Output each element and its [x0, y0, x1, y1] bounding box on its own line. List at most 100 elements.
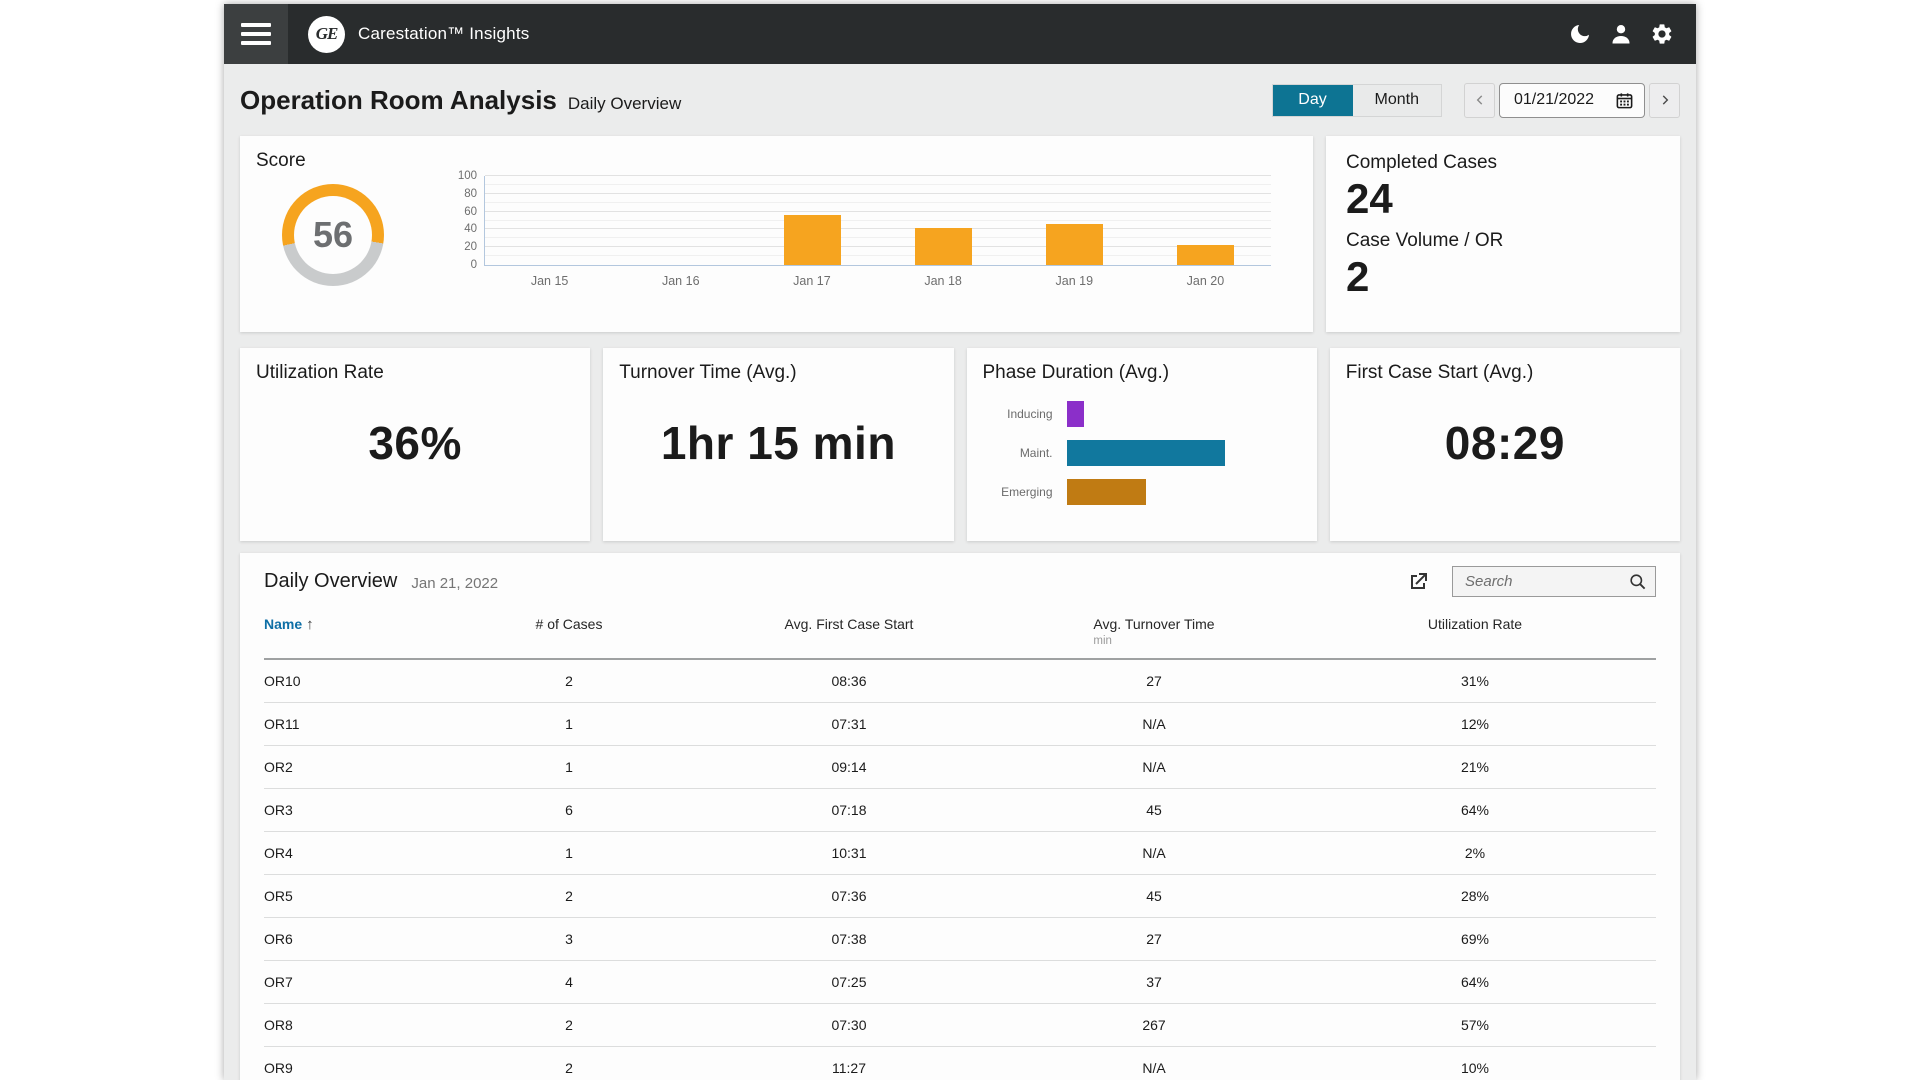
column-header-name[interactable]: Name ↑ — [264, 616, 454, 633]
cell-name: OR5 — [264, 888, 293, 904]
cell-first_case: 08:36 — [831, 673, 867, 689]
user-icon[interactable] — [1609, 22, 1633, 46]
score-value: 56 — [312, 214, 354, 255]
cell-cases: 4 — [565, 974, 573, 990]
cell-turnover: 45 — [1146, 888, 1162, 904]
table-row-or5[interactable]: OR5 2 07:36 45 28% — [264, 875, 1656, 918]
table-row-or8[interactable]: OR8 2 07:30 267 57% — [264, 1004, 1656, 1047]
y-axis-tick-label: 0 — [470, 259, 477, 271]
export-icon[interactable] — [1406, 570, 1430, 594]
cell-cases: 6 — [565, 802, 573, 818]
score-gauge: 56 — [282, 184, 384, 286]
table-row-or7[interactable]: OR7 4 07:25 37 64% — [264, 961, 1656, 1004]
gear-icon[interactable] — [1650, 22, 1674, 46]
column-subheader: min — [1093, 635, 1112, 647]
cell-cases: 2 — [565, 1017, 573, 1033]
phase-row: Inducing — [983, 401, 1301, 427]
date-navigator: 01/21/2022 — [1464, 82, 1680, 118]
utilization-rate-card: Utilization Rate 36% — [240, 348, 591, 541]
ge-logo-icon: GE — [308, 15, 345, 53]
first-case-start-card: First Case Start (Avg.) 08:29 — [1329, 348, 1680, 541]
cell-first_case: 07:30 — [831, 1017, 867, 1033]
bar-slot — [1140, 176, 1271, 265]
column-header-utilization-rate[interactable]: Utilization Rate — [1294, 616, 1656, 632]
table-row-or6[interactable]: OR6 3 07:38 27 69% — [264, 918, 1656, 961]
previous-date-button[interactable] — [1464, 82, 1495, 118]
cell-turnover: N/A — [1142, 759, 1166, 775]
column-header-avg-turnover-time[interactable]: Avg. Turnover Time min — [1014, 616, 1294, 647]
cell-name: OR9 — [264, 1060, 293, 1076]
score-trend-chart: 0 20 40 60 80 100 Jan 15 Jan 16 Jan 17 Jan 18 Jan… — [458, 170, 1271, 318]
month-toggle-button[interactable]: Month — [1352, 84, 1441, 116]
case-volume-value: 2 — [1346, 253, 1370, 301]
cell-first_case: 07:36 — [831, 888, 867, 904]
y-axis-tick-label: 20 — [464, 241, 477, 254]
cell-cases: 2 — [565, 888, 573, 904]
page-subtitle: Daily Overview — [567, 93, 682, 113]
cell-turnover: N/A — [1142, 1060, 1166, 1076]
utilization-rate-title: Utilization Rate — [256, 362, 384, 383]
y-axis-tick-label: 80 — [464, 187, 477, 200]
table-header-row: Name ↑ # of Cases Avg. First Case Start Avg.… — [264, 616, 1656, 660]
page-header: Operation Room Analysis Daily Overview D… — [224, 64, 1696, 136]
turnover-time-title: Turnover Time (Avg.) — [619, 362, 797, 383]
phase-label: Inducing — [1007, 407, 1053, 421]
brand: GE Carestation™ Insights — [308, 15, 529, 53]
cell-utilization: 21% — [1460, 759, 1490, 775]
column-header--of-cases[interactable]: # of Cases — [454, 616, 684, 632]
table-row-or4[interactable]: OR4 1 10:31 N/A 2% — [264, 832, 1656, 875]
next-date-button[interactable] — [1649, 82, 1680, 118]
table-row-or9[interactable]: OR9 2 11:27 N/A 10% — [264, 1047, 1656, 1080]
bar-slot — [485, 176, 616, 265]
cell-name: OR3 — [264, 802, 293, 818]
first-case-start-title: First Case Start (Avg.) — [1345, 362, 1534, 383]
cell-first_case: 09:14 — [831, 759, 867, 775]
table-row-or10[interactable]: OR10 2 08:36 27 31% — [264, 660, 1656, 703]
cell-turnover: 27 — [1146, 673, 1162, 689]
x-axis-label: Jan 18 — [924, 274, 962, 288]
turnover-time-card: Turnover Time (Avg.) 1hr 15 min — [603, 348, 954, 541]
hamburger-menu-button[interactable] — [224, 4, 288, 64]
cell-first_case: 07:31 — [831, 716, 867, 732]
search-input[interactable] — [1465, 573, 1628, 590]
column-header-avg-first-case-start[interactable]: Avg. First Case Start — [684, 616, 1014, 632]
score-bar-jan-18 — [915, 227, 972, 265]
cell-first_case: 10:31 — [831, 845, 867, 861]
y-axis-tick-label: 100 — [457, 170, 477, 182]
moon-icon[interactable] — [1568, 22, 1592, 46]
day-toggle-button[interactable]: Day — [1272, 84, 1353, 116]
cell-first_case: 07:18 — [831, 802, 867, 818]
cell-turnover: 27 — [1146, 931, 1162, 947]
cell-utilization: 10% — [1460, 1060, 1490, 1076]
table-row-or3[interactable]: OR3 6 07:18 45 64% — [264, 789, 1656, 832]
bar-slot — [878, 176, 1009, 265]
cell-first_case: 07:25 — [831, 974, 867, 990]
search-icon[interactable] — [1628, 572, 1647, 591]
phase-label: Emerging — [1001, 485, 1053, 499]
cell-name: OR4 — [264, 845, 293, 861]
cell-utilization: 57% — [1460, 1017, 1490, 1033]
phase-row: Maint. — [983, 440, 1301, 466]
phase-bar-maint — [1066, 440, 1225, 466]
date-picker-field[interactable]: 01/21/2022 — [1499, 82, 1645, 118]
x-axis-label: Jan 15 — [530, 274, 569, 288]
cell-turnover: N/A — [1142, 845, 1166, 861]
cell-utilization: 31% — [1460, 673, 1490, 689]
table-date: Jan 21, 2022 — [411, 574, 499, 592]
table-row-or11[interactable]: OR11 1 07:31 N/A 12% — [264, 703, 1656, 746]
table-row-or2[interactable]: OR2 1 09:14 N/A 21% — [264, 746, 1656, 789]
utilization-rate-value: 36% — [368, 417, 462, 469]
search-box — [1452, 566, 1656, 597]
x-axis-label: Jan 20 — [1186, 274, 1225, 288]
cell-utilization: 69% — [1460, 931, 1490, 947]
cell-name: OR7 — [264, 974, 293, 990]
first-case-start-value: 08:29 — [1444, 417, 1565, 469]
cell-utilization: 28% — [1460, 888, 1490, 904]
hamburger-menu-icon — [241, 23, 271, 27]
day-month-toggle: Day Month — [1271, 83, 1442, 117]
phase-bar-inducing — [1066, 401, 1084, 427]
cell-cases: 1 — [565, 845, 573, 861]
cell-first_case: 11:27 — [832, 1060, 866, 1076]
sort-ascending-icon: ↑ — [306, 616, 314, 633]
table-body: OR10 2 08:36 27 31% OR11 1 07:31 N/A 12% OR2 1 09:14… — [264, 660, 1656, 1080]
